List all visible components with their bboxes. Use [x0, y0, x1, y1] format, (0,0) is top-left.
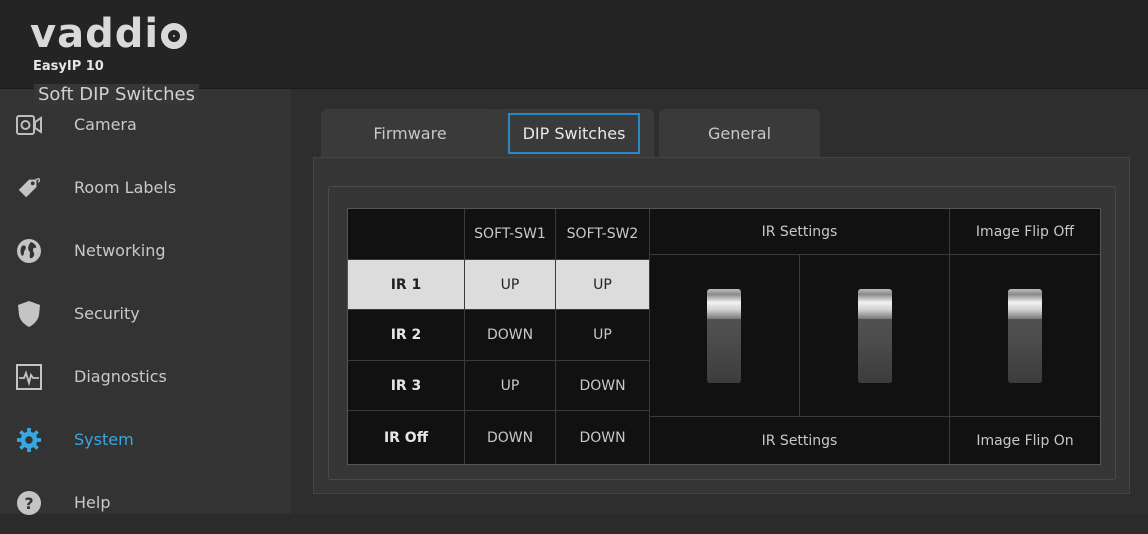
- table-cell: DOWN: [465, 310, 556, 361]
- table-cell: DOWN: [556, 361, 650, 411]
- ir-settings-header-bottom: IR Settings: [650, 417, 950, 464]
- sidebar: Camera Room Labels Networking Security D…: [0, 89, 291, 515]
- tab-general[interactable]: General: [659, 109, 820, 157]
- table-cell: UP: [465, 260, 556, 310]
- image-flip-off-label: Image Flip Off: [950, 209, 1100, 255]
- sidebar-item-label: Security: [74, 304, 140, 323]
- sidebar-item-security[interactable]: Security: [0, 282, 291, 345]
- tab-label: Firmware: [373, 123, 447, 143]
- tab-dip-switches[interactable]: DIP Switches: [494, 109, 654, 157]
- row-label-ir2[interactable]: IR 2: [348, 310, 465, 361]
- shield-icon: [16, 300, 42, 327]
- image-flip-on-label: Image Flip On: [976, 432, 1074, 449]
- sidebar-item-label: Room Labels: [74, 178, 177, 197]
- tag-icon: [16, 175, 42, 201]
- table-cell: DOWN: [465, 411, 556, 464]
- table-header-empty: [348, 209, 465, 260]
- svg-text:?: ?: [24, 494, 33, 513]
- camera-icon: [16, 112, 42, 138]
- sidebar-item-label: Diagnostics: [74, 367, 167, 386]
- sidebar-item-label: Networking: [74, 241, 166, 260]
- tab-label: General: [707, 123, 772, 143]
- dip-switch-image-flip[interactable]: [1008, 289, 1042, 383]
- table-header-cell: SOFT-SW1: [465, 209, 556, 260]
- ir-settings-header-top: IR Settings: [650, 209, 950, 255]
- table-cell: UP: [556, 260, 650, 310]
- table-cell: DOWN: [556, 411, 650, 464]
- tab-label: DIP Switches: [507, 112, 641, 154]
- vaddio-logo: vaddi: [30, 11, 188, 57]
- sidebar-item-networking[interactable]: Networking: [0, 219, 291, 282]
- table-cell: UP: [556, 310, 650, 361]
- table-header-cell: SOFT-SW2: [556, 209, 650, 260]
- sidebar-item-label: System: [74, 430, 134, 449]
- sidebar-item-system[interactable]: System: [0, 408, 291, 471]
- table-cell: UP: [465, 361, 556, 411]
- switch-handle: [1008, 289, 1042, 319]
- pulse-icon: [16, 363, 42, 390]
- question-icon: ?: [16, 490, 42, 516]
- product-name: EasyIP 10: [33, 59, 104, 74]
- switch-cell-sw1: [650, 255, 800, 417]
- fieldset-legend: Soft DIP Switches: [34, 84, 199, 105]
- dip-switch-table: SOFT-SW1 SOFT-SW2 IR Settings Image Flip…: [347, 208, 1101, 465]
- switch-cell-image-flip: [950, 255, 1100, 417]
- switch-handle: [707, 289, 741, 319]
- switch-cell-sw2: [800, 255, 950, 417]
- header-bar: vaddi EasyIP 10: [0, 0, 1148, 89]
- sidebar-item-label: Camera: [74, 115, 137, 134]
- brand-text: vaddi: [30, 11, 160, 57]
- sidebar-item-help[interactable]: ? Help: [0, 471, 291, 534]
- sidebar-item-diagnostics[interactable]: Diagnostics: [0, 345, 291, 408]
- sidebar-item-room-labels[interactable]: Room Labels: [0, 156, 291, 219]
- row-label-ir3[interactable]: IR 3: [348, 361, 465, 411]
- logo-o-glyph: [161, 23, 188, 49]
- switch-handle: [858, 289, 892, 319]
- dip-switch-sw2[interactable]: [858, 289, 892, 383]
- globe-icon: [16, 238, 42, 264]
- row-label-ir-off[interactable]: IR Off: [348, 411, 465, 464]
- dip-switch-sw1[interactable]: [707, 289, 741, 383]
- gear-icon: [16, 427, 42, 453]
- sidebar-item-label: Help: [74, 493, 111, 512]
- row-label-ir1[interactable]: IR 1: [348, 260, 465, 310]
- tab-firmware[interactable]: Firmware: [321, 109, 499, 157]
